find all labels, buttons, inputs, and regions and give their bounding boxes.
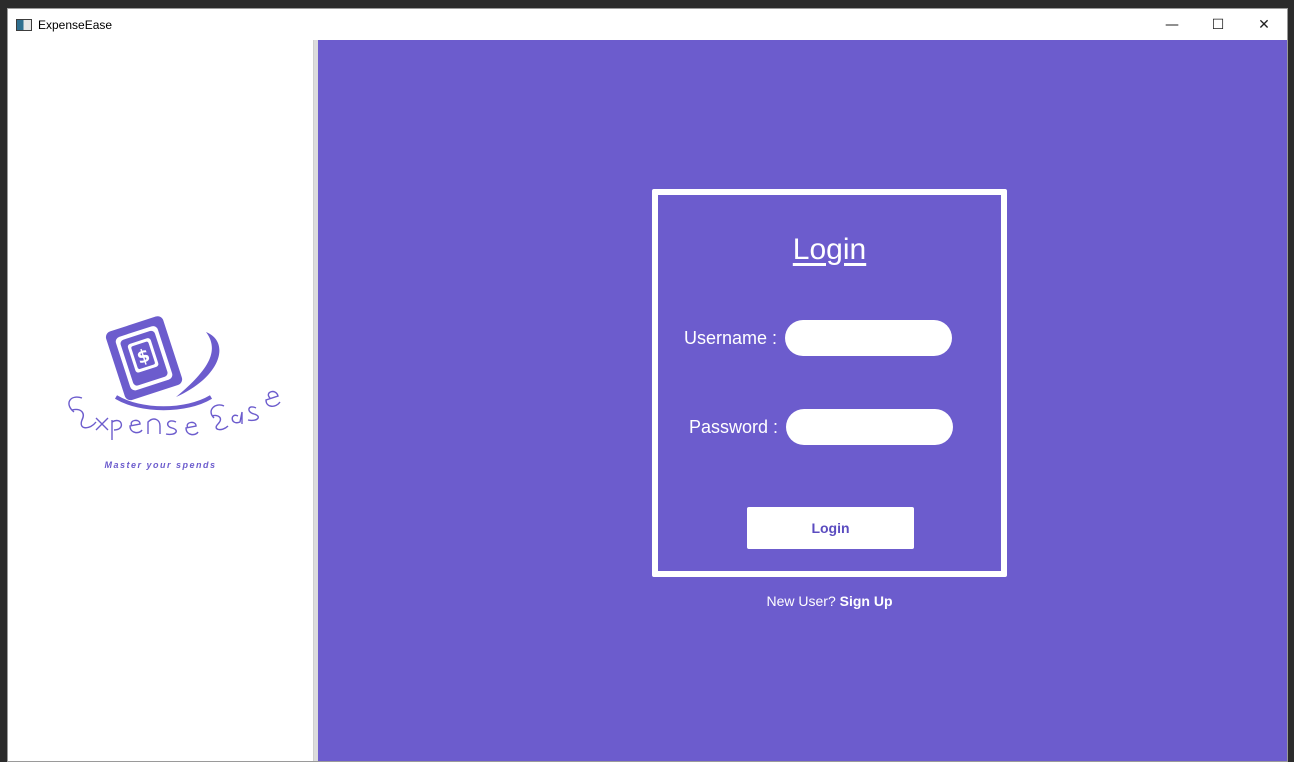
username-input[interactable] [785, 320, 953, 356]
password-label: Password : [689, 416, 779, 437]
sidebar: $ Master your spends [8, 40, 313, 761]
logo-wordmark [68, 390, 281, 440]
title-bar[interactable]: ExpenseEase — ☐ ✕ [8, 9, 1287, 40]
login-button[interactable]: Login [747, 507, 914, 549]
expenseease-logo: $ [68, 316, 281, 440]
username-label: Username : [684, 327, 778, 348]
tagline: Master your spends [104, 460, 217, 470]
app-window: ExpenseEase — ☐ ✕ $ Master your spends L… [7, 8, 1288, 762]
signup-prompt: New User? Sign Up [652, 593, 1007, 609]
login-card: Login Username : Password : Login [652, 189, 1007, 577]
login-pane: Login Username : Password : Login New Us… [318, 40, 1287, 761]
window-title: ExpenseEase [38, 17, 113, 32]
close-button[interactable]: ✕ [1241, 9, 1287, 40]
minimize-button[interactable]: — [1149, 9, 1195, 40]
login-heading: Login [792, 233, 867, 266]
signup-link[interactable]: Sign Up [840, 593, 893, 609]
app-icon [16, 18, 32, 31]
password-row: Password : [689, 409, 954, 445]
password-input[interactable] [786, 409, 954, 445]
maximize-button[interactable]: ☐ [1195, 9, 1241, 40]
new-user-text: New User? [766, 593, 836, 609]
window-controls: — ☐ ✕ [1149, 9, 1287, 40]
username-row: Username : [684, 320, 953, 356]
